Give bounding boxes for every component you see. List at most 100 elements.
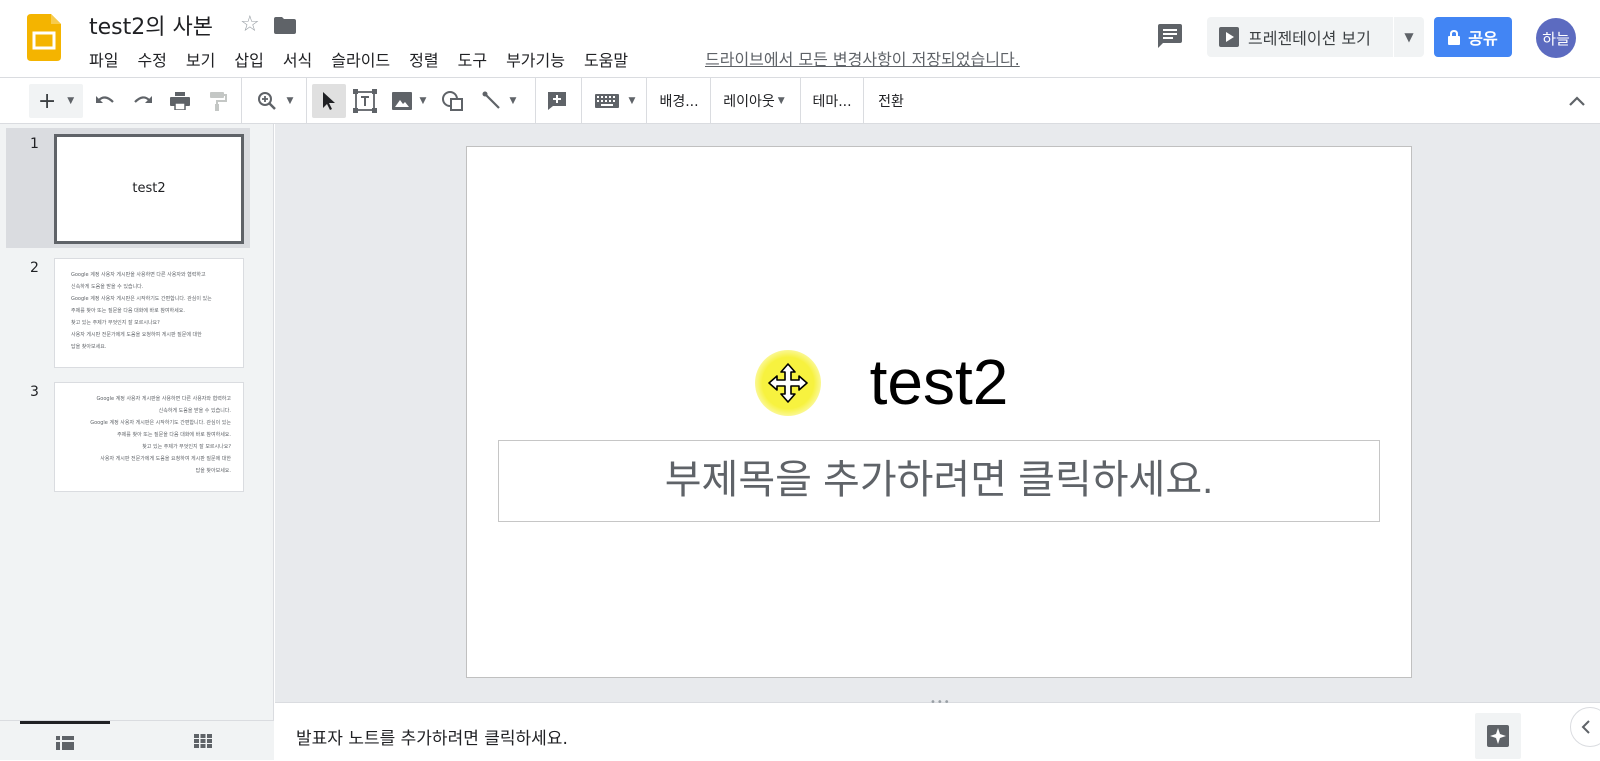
transition-button[interactable]: 전환 — [868, 84, 914, 118]
thumbnail-line: 주제를 찾아 또는 질문을 다음 대화에 바로 참여하세요. — [71, 308, 185, 314]
theme-button[interactable]: 테마... — [806, 84, 858, 118]
thumbnail-line: Google 계정 사용자 게시판은 시작하기도 간편합니다. 관심이 있는 — [71, 296, 212, 302]
list-view-icon — [56, 735, 74, 750]
menu-tools[interactable]: 도구 — [458, 47, 487, 71]
side-panel-toggle[interactable] — [1570, 707, 1600, 747]
paint-format-button[interactable] — [203, 84, 233, 118]
textbox-tool-button[interactable] — [350, 84, 380, 118]
toolbar: + ▼ ▼ ▼ ▼ ▼ 배경... 레이아웃 ▼ 테마... 전환 — [0, 78, 1600, 124]
notes-resize-handle[interactable]: ••• — [930, 697, 951, 708]
list-view-button[interactable] — [20, 721, 110, 761]
slides-logo-icon[interactable] — [27, 14, 61, 61]
move-icon — [768, 363, 808, 403]
select-icon — [323, 92, 335, 110]
slide-thumbnail[interactable]: test2 — [54, 134, 244, 244]
play-icon — [1219, 27, 1239, 47]
menu-bar: 파일 수정 보기 삽입 서식 슬라이드 정렬 도구 부가기능 도움말 — [89, 47, 647, 71]
redo-icon — [134, 96, 152, 103]
present-button[interactable]: 프레젠테이션 보기 — [1207, 17, 1394, 57]
thumbnail-line: Google 계정 사용자 게시판을 사용하면 다른 사용자와 협력하고 — [71, 272, 206, 278]
speaker-notes-input[interactable]: 발표자 노트를 추가하려면 클릭하세요. — [296, 724, 568, 749]
shape-icon — [442, 91, 463, 111]
toolbar-divider — [710, 78, 711, 124]
textbox-icon — [353, 89, 377, 113]
background-button[interactable]: 배경... — [651, 84, 707, 118]
undo-button[interactable] — [90, 84, 120, 118]
grid-view-icon — [194, 734, 212, 748]
grid-view-button[interactable] — [158, 721, 248, 761]
thumbnail-line: 사용자 게시판 전문가에게 도움을 요청하여 게시판 질문에 대한 — [71, 332, 202, 338]
chevron-down-icon: ▼ — [419, 96, 427, 106]
filmstrip-item-2[interactable]: 2 Google 계정 사용자 게시판을 사용하면 다른 사용자와 협력하고 신… — [6, 252, 250, 372]
chevron-down-icon: ▼ — [1404, 30, 1414, 44]
filmstrip-item-1[interactable]: 1 test2 — [6, 128, 250, 248]
slide-title-text[interactable]: test2 — [467, 345, 1411, 419]
menu-edit[interactable]: 수정 — [137, 47, 166, 71]
share-button[interactable]: 공유 — [1434, 17, 1512, 57]
thumbnail-line: 주제를 찾아 또는 질문을 다음 대화에 바로 참여하세요. — [117, 432, 231, 438]
slide-thumbnail[interactable]: Google 계정 사용자 게시판을 사용하면 다른 사용자와 협력하고 신속하… — [54, 382, 244, 492]
redo-button[interactable] — [128, 84, 158, 118]
chevron-down-icon: ▼ — [286, 96, 294, 106]
speaker-notes-panel: ••• 발표자 노트를 추가하려면 클릭하세요. — [275, 697, 1600, 760]
menu-file[interactable]: 파일 — [89, 47, 118, 71]
new-slide-button[interactable]: + ▼ — [29, 84, 83, 118]
thumbnail-line: 신속하게 도움을 받을 수 있습니다. — [71, 284, 144, 290]
share-label: 공유 — [1468, 29, 1498, 48]
menu-addons[interactable]: 부가기능 — [506, 47, 565, 71]
menu-format[interactable]: 서식 — [283, 47, 312, 71]
collapse-toolbar-button[interactable] — [1562, 84, 1592, 118]
toolbar-divider — [581, 78, 582, 124]
input-tools-button[interactable]: ▼ — [590, 84, 640, 118]
present-dropdown-button[interactable]: ▼ — [1394, 30, 1424, 44]
thumbnail-line: 신속하게 도움을 받을 수 있습니다. — [158, 408, 231, 414]
slide-thumbnail[interactable]: Google 계정 사용자 게시판을 사용하면 다른 사용자와 협력하고 신속하… — [54, 258, 244, 368]
slide-number: 2 — [30, 260, 39, 276]
star-icon[interactable]: ☆ — [240, 12, 260, 37]
zoom-button[interactable]: ▼ — [252, 84, 298, 118]
subtitle-placeholder-box[interactable]: 부제목을 추가하려면 클릭하세요. — [498, 440, 1380, 522]
thumbnail-line: 사용자 게시판 전문가에게 도움을 요청하여 게시판 질문에 대한 — [100, 456, 231, 462]
menu-insert[interactable]: 삽입 — [234, 47, 263, 71]
thumbnail-body-text: Google 계정 사용자 게시판을 사용하면 다른 사용자와 협력하고 신속하… — [71, 393, 231, 477]
menu-help[interactable]: 도움말 — [584, 47, 628, 71]
subtitle-placeholder-text: 부제목을 추가하려면 클릭하세요. — [664, 458, 1214, 502]
menu-arrange[interactable]: 정렬 — [409, 47, 438, 71]
chevron-left-icon — [1581, 720, 1590, 734]
comment-icon[interactable] — [1156, 24, 1182, 48]
line-tool-button[interactable]: ▼ — [476, 84, 522, 118]
present-button-group: 프레젠테이션 보기 ▼ — [1207, 17, 1424, 57]
thumbnail-line: 답을 찾아보세요. — [71, 344, 107, 350]
slide-number: 1 — [30, 136, 39, 152]
filmstrip-item-3[interactable]: 3 Google 계정 사용자 게시판을 사용하면 다른 사용자와 협력하고 신… — [6, 376, 250, 496]
toolbar-divider — [863, 78, 864, 124]
menu-slide[interactable]: 슬라이드 — [331, 47, 390, 71]
explore-button[interactable] — [1475, 713, 1521, 759]
layout-label: 레이아웃 — [723, 94, 775, 110]
account-avatar[interactable]: 하늘 — [1536, 18, 1576, 58]
thumbnail-line: 찾고 있는 주제가 무엇인지 잘 모르시나요? — [142, 444, 231, 450]
slide-number: 3 — [30, 384, 39, 400]
document-title[interactable]: test2의 사본 — [89, 9, 213, 41]
save-status-link[interactable]: 드라이브에서 모든 변경사항이 저장되었습니다. — [705, 46, 1020, 70]
menu-view[interactable]: 보기 — [186, 47, 215, 71]
thumbnail-line: 찾고 있는 주제가 무엇인지 잘 모르시나요? — [71, 320, 160, 326]
image-tool-button[interactable]: ▼ — [389, 84, 429, 118]
print-button[interactable] — [165, 84, 195, 118]
toolbar-divider — [241, 78, 242, 124]
toolbar-divider — [646, 78, 647, 124]
shape-tool-button[interactable] — [438, 84, 468, 118]
select-tool-button[interactable] — [312, 84, 346, 118]
collapse-icon — [1569, 96, 1585, 106]
thumbnail-line: 답을 찾아보세요. — [195, 468, 231, 474]
line-icon — [482, 91, 500, 109]
thumbnail-body-text: Google 계정 사용자 게시판을 사용하면 다른 사용자와 협력하고 신속하… — [71, 269, 231, 353]
thumbnail-title: test2 — [132, 181, 166, 196]
add-comment-button[interactable] — [542, 84, 572, 118]
paint-format-icon — [210, 92, 227, 111]
folder-icon[interactable] — [274, 17, 296, 34]
toolbar-divider — [800, 78, 801, 124]
comment-add-icon — [548, 92, 566, 110]
current-slide[interactable]: test2 부제목을 추가하려면 클릭하세요. — [466, 146, 1412, 678]
layout-button[interactable]: 레이아웃 ▼ — [716, 84, 792, 118]
